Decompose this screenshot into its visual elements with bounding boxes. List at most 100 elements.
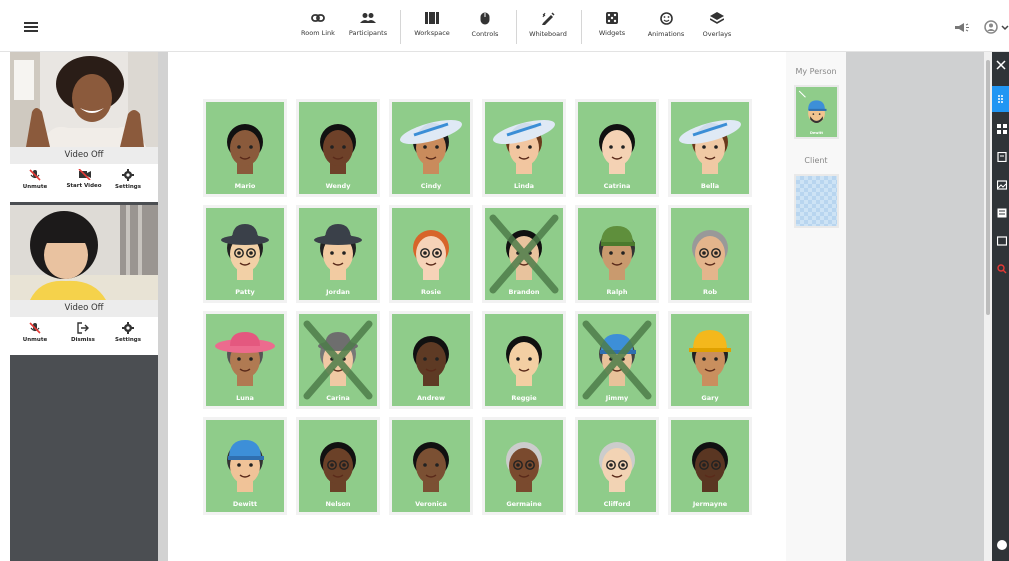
right-tool-rail	[992, 52, 1009, 561]
gear-icon	[122, 169, 134, 181]
character-card[interactable]: Mario	[206, 102, 284, 194]
player-panel: My Person Dewitt Client	[786, 52, 846, 561]
toolbar-overlays[interactable]: Overlays	[700, 12, 734, 46]
my-person-card[interactable]: Dewitt	[796, 87, 837, 137]
toolbar-label: Controls	[471, 30, 499, 38]
character-card[interactable]: Rosie	[392, 208, 470, 300]
character-card[interactable]: Germaine	[485, 420, 563, 512]
character-name: Wendy	[325, 182, 351, 190]
exit-icon	[77, 322, 89, 334]
mouse-icon	[480, 12, 490, 25]
character-name: Bella	[700, 182, 720, 190]
toolbar-room-link[interactable]: Room Link	[300, 12, 336, 46]
character-card[interactable]: Cindy	[392, 102, 470, 194]
character-card[interactable]: Patty	[206, 208, 284, 300]
participant-video	[10, 52, 158, 147]
crossed-out-mark	[582, 320, 652, 400]
character-name: Clifford	[603, 500, 631, 508]
character-card[interactable]: Dewitt	[206, 420, 284, 512]
character-card[interactable]: Andrew	[392, 314, 470, 406]
start-video-button[interactable]: Start Video	[64, 169, 104, 189]
participants-icon	[360, 13, 376, 23]
character-name: Dewitt	[232, 500, 258, 508]
character-card[interactable]: Jermayne	[671, 420, 749, 512]
avatar	[798, 90, 827, 124]
character-card[interactable]: Clifford	[578, 420, 656, 512]
chevron-down-icon[interactable]	[1001, 25, 1009, 31]
character-card[interactable]: Bella	[671, 102, 749, 194]
help-icon[interactable]	[997, 540, 1007, 550]
mic-muted-icon	[29, 169, 41, 181]
character-name: Jermayne	[692, 500, 728, 508]
video-controls: Unmute Start Video Settings	[10, 164, 158, 202]
toolbar-animations[interactable]: Animations	[646, 12, 686, 46]
empty-area	[846, 52, 984, 561]
toolbar-workspace[interactable]: Workspace	[413, 12, 451, 46]
panel-gutter	[158, 52, 168, 561]
control-label: Settings	[115, 337, 141, 343]
settings-button[interactable]: Settings	[114, 169, 142, 190]
announce-icon[interactable]	[955, 22, 969, 33]
character-name: Mario	[234, 182, 256, 190]
my-person-name: Dewitt	[809, 131, 824, 135]
account-icon[interactable]	[984, 20, 998, 34]
document-icon[interactable]	[997, 152, 1007, 162]
toolbar-label: Workspace	[414, 29, 450, 37]
toolbar-label: Overlays	[702, 30, 732, 38]
close-icon[interactable]	[996, 60, 1006, 70]
video-column: Video Off Unmute Start Video Settings Vi…	[10, 52, 158, 561]
character-card[interactable]: Carina	[299, 314, 377, 406]
character-card[interactable]: Jimmy	[578, 314, 656, 406]
toolbar-controls[interactable]: Controls	[468, 12, 502, 46]
unmute-button[interactable]: Unmute	[22, 169, 48, 190]
crossed-out-mark	[303, 320, 373, 400]
character-card[interactable]: Nelson	[299, 420, 377, 512]
participant-video	[10, 205, 158, 300]
dismiss-button[interactable]: Dismiss	[68, 322, 98, 343]
toolbar-divider	[400, 10, 401, 44]
search-icon[interactable]	[997, 264, 1007, 274]
character-card[interactable]: Wendy	[299, 102, 377, 194]
character-name: Rob	[702, 288, 718, 296]
character-card[interactable]: Brandon	[485, 208, 563, 300]
character-name: Nelson	[325, 500, 351, 508]
character-name: Linda	[513, 182, 535, 190]
window-icon[interactable]	[997, 236, 1007, 246]
unmute-button[interactable]: Unmute	[22, 322, 48, 343]
notes-icon[interactable]	[997, 208, 1007, 218]
mic-muted-icon	[29, 322, 41, 334]
character-card[interactable]: Gary	[671, 314, 749, 406]
character-card[interactable]: Ralph	[578, 208, 656, 300]
participant-video-feed	[10, 205, 158, 300]
character-name: Jordan	[326, 288, 350, 296]
character-card[interactable]: Linda	[485, 102, 563, 194]
top-toolbar: Room Link Participants Workspace Control…	[0, 0, 1009, 52]
menu-icon[interactable]	[24, 22, 38, 32]
grid-icon[interactable]	[997, 124, 1007, 134]
toolbar-divider	[581, 10, 582, 44]
character-card[interactable]: Reggie	[485, 314, 563, 406]
control-label: Dismiss	[71, 337, 95, 343]
gear-icon	[122, 322, 134, 334]
character-name: Luna	[236, 394, 254, 402]
toolbar-label: Room Link	[301, 29, 335, 37]
client-card-hidden[interactable]	[796, 176, 837, 226]
settings-button[interactable]: Settings	[114, 322, 142, 343]
smiley-icon	[659, 12, 673, 25]
toolbar-whiteboard[interactable]: Whiteboard	[528, 12, 568, 46]
client-label: Client	[804, 156, 828, 165]
guess-who-board: Mario Wendy Cindy Linda Catrina Bella Patty Jor…	[168, 52, 786, 561]
character-name: Patty	[235, 288, 255, 296]
character-card[interactable]: Catrina	[578, 102, 656, 194]
toolbar-participants[interactable]: Participants	[348, 12, 388, 46]
video-off-icon	[77, 169, 91, 180]
character-name: Ralph	[606, 288, 628, 296]
scrollbar-thumb[interactable]	[986, 60, 990, 315]
image-icon[interactable]	[997, 180, 1007, 190]
toolbar-widgets[interactable]: Widgets	[597, 12, 627, 46]
character-card[interactable]: Veronica	[392, 420, 470, 512]
character-card[interactable]: Luna	[206, 314, 284, 406]
whiteboard-icon	[542, 12, 555, 25]
character-card[interactable]: Rob	[671, 208, 749, 300]
character-card[interactable]: Jordan	[299, 208, 377, 300]
